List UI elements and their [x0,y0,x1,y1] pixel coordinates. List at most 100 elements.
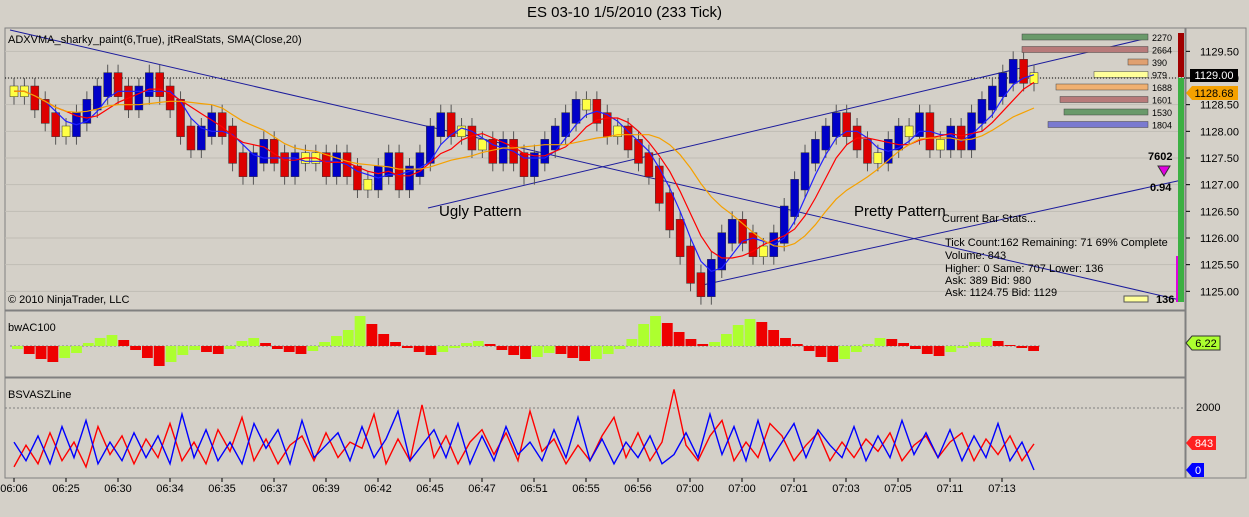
time-tick-label: 06:45 [416,483,444,495]
price-bar [811,139,820,164]
price-bar [863,139,872,164]
ac-bar [898,343,910,346]
price-bar [675,219,685,257]
price-tick-label: 1125.00 [1200,286,1239,298]
price-bar [790,179,799,217]
ac-bar [508,346,520,355]
last-price-marker: 1129.00 [1190,69,1238,82]
ac-bar [673,332,685,346]
ac-bar [945,346,957,352]
time-tick-label: 06:34 [156,483,184,495]
chart-canvas[interactable]: 1129.50 1129.00 1128.50 1128.00 1127.50 1127.… [0,0,1249,517]
price-tick-label: 1129.50 [1200,46,1239,58]
ac-bar [461,343,472,346]
ac-bar [94,338,106,346]
ac-bar [248,338,260,346]
ac-bar [992,341,1004,346]
ac-bar [756,322,768,346]
ac-value-marker: 6.22 [1185,335,1221,351]
ac-bar [1016,346,1028,348]
time-tick-label: 07:01 [780,483,808,495]
ac-bar [260,343,271,346]
ac-bar [567,346,579,358]
ladder-bar [1047,121,1149,128]
time-tick-label: 06:39 [312,483,340,495]
price-bar [290,152,300,177]
ac-bar [602,346,614,354]
ac-bar [709,342,720,346]
price-bar [727,219,737,244]
time-tick-label: 07:05 [884,483,912,495]
ac-bar [141,346,153,358]
ac-panel [4,310,1186,378]
price-bar [259,139,269,164]
ac-bar [874,338,886,346]
ladder-bar [1055,83,1149,91]
price-bar [93,85,102,111]
price-bar [634,139,643,164]
price-bar [998,72,1008,97]
ac-bar [815,346,827,357]
price-bar [831,112,841,137]
bsv-panel-label: BSVASZLine [8,389,71,401]
price-bar [103,72,112,97]
ladder-bar [1021,46,1149,53]
price-tick-label: 1128.00 [1200,126,1239,138]
price-bar [800,152,810,191]
ladder-label: 979 [1152,71,1167,81]
ac-bar [910,346,921,349]
price-bar [238,152,248,177]
price-bar [686,245,695,284]
stats-line: Ask: 1124.75 Bid: 1129 [945,287,1057,299]
price-bar [655,165,664,204]
time-tick-label: 06:56 [624,483,652,495]
price-bar [582,99,591,111]
price-bar [561,112,570,137]
price-bar [915,112,924,137]
ac-bar [484,344,496,346]
bsv-panel [4,377,1186,479]
ac-panel-label: bwAC100 [8,322,56,334]
ugly-pattern-annotation: Ugly Pattern [439,203,522,220]
stat-big-number: 7602 [1148,151,1172,163]
ac-bar [472,341,484,346]
ac-bar [969,342,980,346]
ac-bar [626,339,638,346]
ac-bar [425,346,437,355]
price-bar [821,125,831,151]
ac-bar [106,335,118,346]
price-bar [467,125,477,151]
price-tick-label: 1128.50 [1200,100,1239,112]
price-bar [436,112,445,137]
price-bar [155,72,164,97]
ladder-green-bar [1178,78,1184,302]
time-tick-label: 07:00 [728,483,756,495]
price-bar [134,85,144,111]
price-bar [571,99,581,124]
time-tick-label: 06:55 [572,483,600,495]
ladder-bar [1021,33,1149,41]
price-bar [249,152,258,177]
pretty-pattern-annotation: Pretty Pattern [854,203,946,220]
ac-bar [661,323,673,346]
ac-bar [531,346,543,357]
ladder-label: 1601 [1152,96,1172,106]
price-bar [280,152,289,177]
ac-value-label: 6.22 [1195,338,1216,350]
ac-bar [933,346,945,356]
ac-bar [319,342,331,346]
ladder-label: 1688 [1152,83,1172,93]
price-bar [759,245,768,257]
price-bar [228,125,237,164]
price-bar [665,192,674,231]
time-tick-label: 06:30 [104,483,132,495]
price-tick-label: 1126.00 [1200,233,1239,245]
price-bar [707,259,716,297]
ac-bar [307,346,319,351]
ladder-red-bar [1178,33,1184,77]
ac-bar [921,346,933,354]
bsv-red-value: 843 [1195,438,1213,450]
ac-bar [201,346,212,352]
stats-line: Higher: 0 Same: 707 Lower: 136 [945,263,1103,275]
ac-bar [650,316,661,346]
